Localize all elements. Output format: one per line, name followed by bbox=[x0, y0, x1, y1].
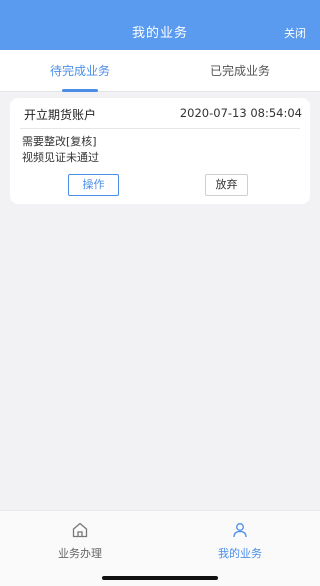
business-card: 开立期货账户 2020-07-13 08:54:04 需要整改[复核] 视频见证… bbox=[10, 98, 310, 204]
tab-pending-label: 待完成业务 bbox=[49, 64, 110, 78]
business-name: 开立期货账户 bbox=[24, 108, 97, 122]
home-icon bbox=[0, 521, 160, 539]
business-timestamp: 2020-07-13 08:54:04 bbox=[179, 106, 302, 120]
app-header: 我的业务 关闭 bbox=[0, 0, 320, 50]
tab-completed[interactable]: 已完成业务 bbox=[160, 50, 320, 92]
home-indicator[interactable] bbox=[102, 576, 218, 580]
nav-label-business-handling: 业务办理 bbox=[58, 547, 102, 560]
action-button[interactable]: 操作 bbox=[68, 174, 119, 196]
person-icon bbox=[160, 521, 320, 539]
active-tab-indicator bbox=[62, 89, 98, 92]
bottom-nav: 业务办理 我的业务 bbox=[0, 510, 320, 586]
tab-completed-label: 已完成业务 bbox=[209, 64, 270, 78]
nav-item-business-handling[interactable]: 业务办理 bbox=[0, 521, 160, 561]
tab-pending[interactable]: 待完成业务 bbox=[0, 50, 160, 92]
status-line-1: 需要整改[复核] bbox=[22, 135, 97, 148]
close-button[interactable]: 关闭 bbox=[284, 0, 306, 50]
tab-bar: 待完成业务 已完成业务 bbox=[0, 50, 320, 92]
status-line-2: 视频见证未通过 bbox=[22, 151, 99, 164]
abandon-button[interactable]: 放弃 bbox=[205, 174, 248, 196]
nav-item-my-business[interactable]: 我的业务 bbox=[160, 521, 320, 561]
nav-label-my-business: 我的业务 bbox=[218, 547, 262, 560]
card-divider bbox=[20, 128, 300, 129]
page-title: 我的业务 bbox=[131, 26, 188, 41]
